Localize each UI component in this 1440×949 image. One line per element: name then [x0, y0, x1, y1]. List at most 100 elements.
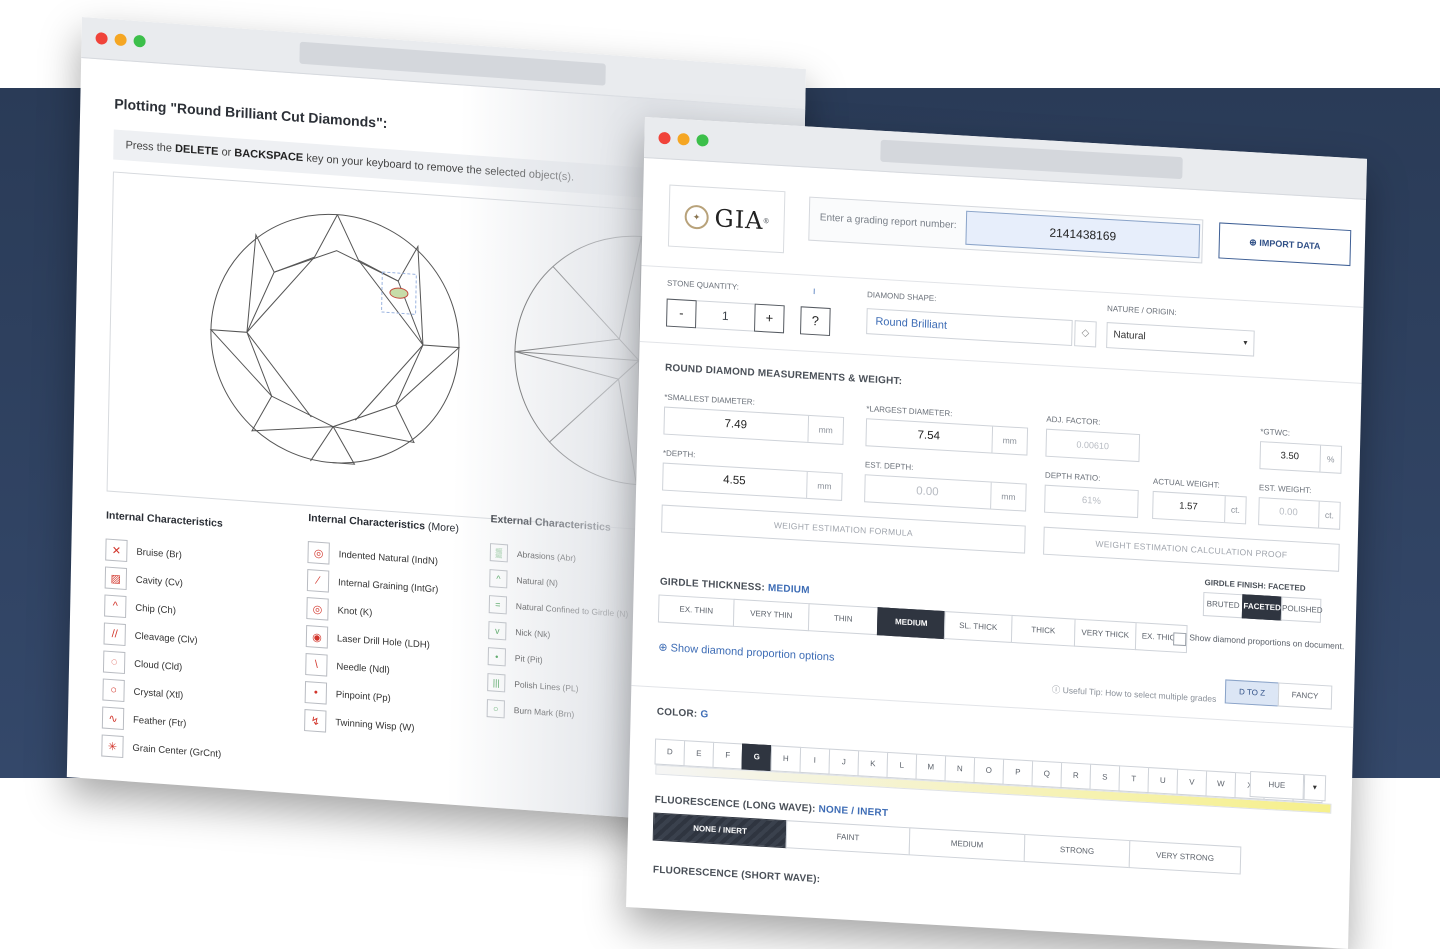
segment-option[interactable]: EX. THIN: [657, 594, 735, 627]
info-icon[interactable]: i: [813, 287, 815, 296]
internal-characteristics-more: Internal Characteristics (More) ◎ Indente…: [304, 512, 459, 745]
segment-option[interactable]: H: [770, 745, 802, 773]
hue-select[interactable]: HUE: [1249, 770, 1305, 801]
segment-option[interactable]: N: [944, 755, 976, 784]
diamond-shape-select[interactable]: Round Brilliant: [866, 308, 1073, 347]
weight-proof-button[interactable]: WEIGHT ESTIMATION CALCULATION PROOF: [1043, 526, 1340, 572]
segment-option[interactable]: D: [654, 738, 686, 767]
actual-weight-field[interactable]: 1.57 ct.: [1152, 490, 1247, 525]
segment-option[interactable]: FAINT: [785, 820, 911, 856]
quantity-input[interactable]: 1: [696, 300, 755, 332]
segment-option[interactable]: V: [1176, 768, 1208, 797]
segment-option[interactable]: MEDIUM: [908, 827, 1026, 863]
close-dot-icon[interactable]: [658, 131, 671, 145]
diamond-icon[interactable]: ◇: [1074, 320, 1097, 348]
segment-option[interactable]: I: [799, 746, 831, 775]
label-text: GIRDLE FINISH:: [1204, 578, 1267, 591]
est-weight-field[interactable]: 0.00 ct.: [1258, 497, 1341, 530]
minimize-dot-icon[interactable]: [677, 132, 690, 146]
useful-tip[interactable]: ⓘ Useful Tip: How to select multiple gra…: [1052, 683, 1217, 705]
segment-option[interactable]: POLISHED: [1280, 596, 1323, 623]
gtwc-field[interactable]: 3.50%: [1259, 441, 1343, 474]
nature-origin-label: NATURE / ORIGIN:: [1106, 304, 1177, 318]
segment-option[interactable]: NONE / INERT: [652, 812, 788, 849]
grading-window: ✦ GIA ® Enter a grading report number: 21…: [626, 117, 1367, 949]
segment-option[interactable]: W: [1205, 770, 1237, 799]
est-depth-field[interactable]: 0.00 mm: [864, 474, 1027, 512]
close-dot-icon[interactable]: [95, 32, 108, 45]
characteristic-label: Feather (Ftr): [132, 714, 187, 730]
field-unit: ct.: [1318, 501, 1340, 529]
girdle-thickness-value: MEDIUM: [767, 582, 810, 597]
quantity-increment-button[interactable]: +: [754, 303, 785, 334]
show-proportion-options-link[interactable]: ⊕ Show diamond proportion options: [658, 641, 834, 664]
segment-option[interactable]: E: [683, 740, 715, 768]
segment-option[interactable]: S: [1089, 763, 1121, 792]
segment-option[interactable]: D TO Z: [1224, 679, 1280, 707]
page-title: Plotting "Round Brilliant Cut Diamonds":: [114, 95, 388, 132]
label-text: GIRDLE THICKNESS:: [659, 576, 766, 594]
segment-option[interactable]: U: [1147, 767, 1179, 795]
segment-option[interactable]: Q: [1031, 760, 1063, 789]
segment-option[interactable]: P: [1002, 758, 1034, 787]
laser-icon: ◉: [305, 624, 329, 649]
depth-ratio-field[interactable]: 61%: [1044, 484, 1139, 519]
weight-formula-button[interactable]: WEIGHT ESTIMATION FORMULA: [661, 504, 1026, 554]
segment-option[interactable]: F: [712, 741, 744, 770]
internal-characteristics: Internal Characteristics ✕ Bruise (Br) ▨ Ca…: [101, 509, 226, 768]
segment-option[interactable]: L: [886, 751, 918, 780]
segment-option[interactable]: THICK: [1010, 614, 1076, 647]
segment-option[interactable]: FANCY: [1277, 682, 1333, 710]
maximize-dot-icon[interactable]: [133, 34, 146, 48]
show-proportions-checkbox[interactable]: [1173, 632, 1187, 647]
segment-option[interactable]: J: [828, 748, 860, 777]
segment-option[interactable]: VERY THICK: [1073, 618, 1137, 651]
import-data-button[interactable]: ⊕ IMPORT DATA: [1218, 222, 1352, 267]
gtwc-label: *GTWC:: [1260, 427, 1291, 438]
gia-seal-icon: ✦: [684, 204, 709, 230]
depth-label: *DEPTH:: [662, 448, 696, 460]
minimize-dot-icon[interactable]: [114, 33, 127, 47]
segment-option[interactable]: K: [857, 750, 889, 778]
field-value: 3.50: [1280, 450, 1300, 463]
needle-icon: \: [305, 652, 328, 677]
segment-option[interactable]: O: [973, 756, 1005, 785]
cleavage-icon: //: [103, 622, 126, 647]
help-button[interactable]: ?: [800, 306, 831, 337]
segment-option[interactable]: T: [1118, 765, 1150, 794]
characteristic-label: Chip (Ch): [135, 602, 177, 617]
largest-diameter-field[interactable]: 7.54 mm: [865, 418, 1029, 456]
feather-icon: ∿: [101, 706, 125, 731]
address-bar[interactable]: [299, 41, 606, 86]
segment-option[interactable]: MEDIUM: [876, 607, 946, 640]
segment-option[interactable]: VERY THIN: [732, 598, 810, 632]
maximize-dot-icon[interactable]: [696, 134, 709, 147]
polish-lines-icon: |||: [487, 673, 506, 693]
segment-option[interactable]: M: [915, 753, 947, 782]
nature-origin-select[interactable]: Natural ▾: [1106, 322, 1255, 357]
field-value: 7.54: [917, 429, 941, 443]
import-label: IMPORT DATA: [1259, 237, 1321, 252]
segment-option[interactable]: G: [741, 743, 773, 772]
cavity-icon: ▨: [104, 566, 128, 591]
chevron-down-icon: ▾: [1243, 337, 1248, 348]
segment-option[interactable]: STRONG: [1023, 833, 1131, 869]
depth-field[interactable]: 4.55 mm: [662, 462, 843, 501]
chevron-down-icon[interactable]: ▾: [1303, 774, 1327, 802]
nick-icon: v: [488, 621, 507, 641]
est-weight-label: EST. WEIGHT:: [1258, 483, 1312, 496]
address-bar[interactable]: [880, 139, 1183, 180]
measurements-heading: ROUND DIAMOND MEASUREMENTS & WEIGHT:: [664, 362, 903, 388]
girdle-finish-value: FACETED: [1268, 581, 1306, 593]
smallest-diameter-field[interactable]: 7.49 mm: [663, 406, 845, 445]
adj-factor-field[interactable]: 0.00610: [1045, 428, 1141, 463]
segment-option[interactable]: THIN: [807, 603, 879, 636]
segment-option[interactable]: BRUTED: [1202, 592, 1244, 619]
segment-option[interactable]: FACETED: [1241, 594, 1283, 621]
segment-option[interactable]: VERY STRONG: [1128, 840, 1242, 875]
info-icon: ⓘ: [1051, 684, 1063, 695]
report-number-input[interactable]: 2141438169: [965, 210, 1201, 259]
segment-option[interactable]: SL. THICK: [943, 611, 1013, 643]
segment-option[interactable]: R: [1060, 761, 1092, 790]
quantity-decrement-button[interactable]: -: [666, 298, 697, 329]
